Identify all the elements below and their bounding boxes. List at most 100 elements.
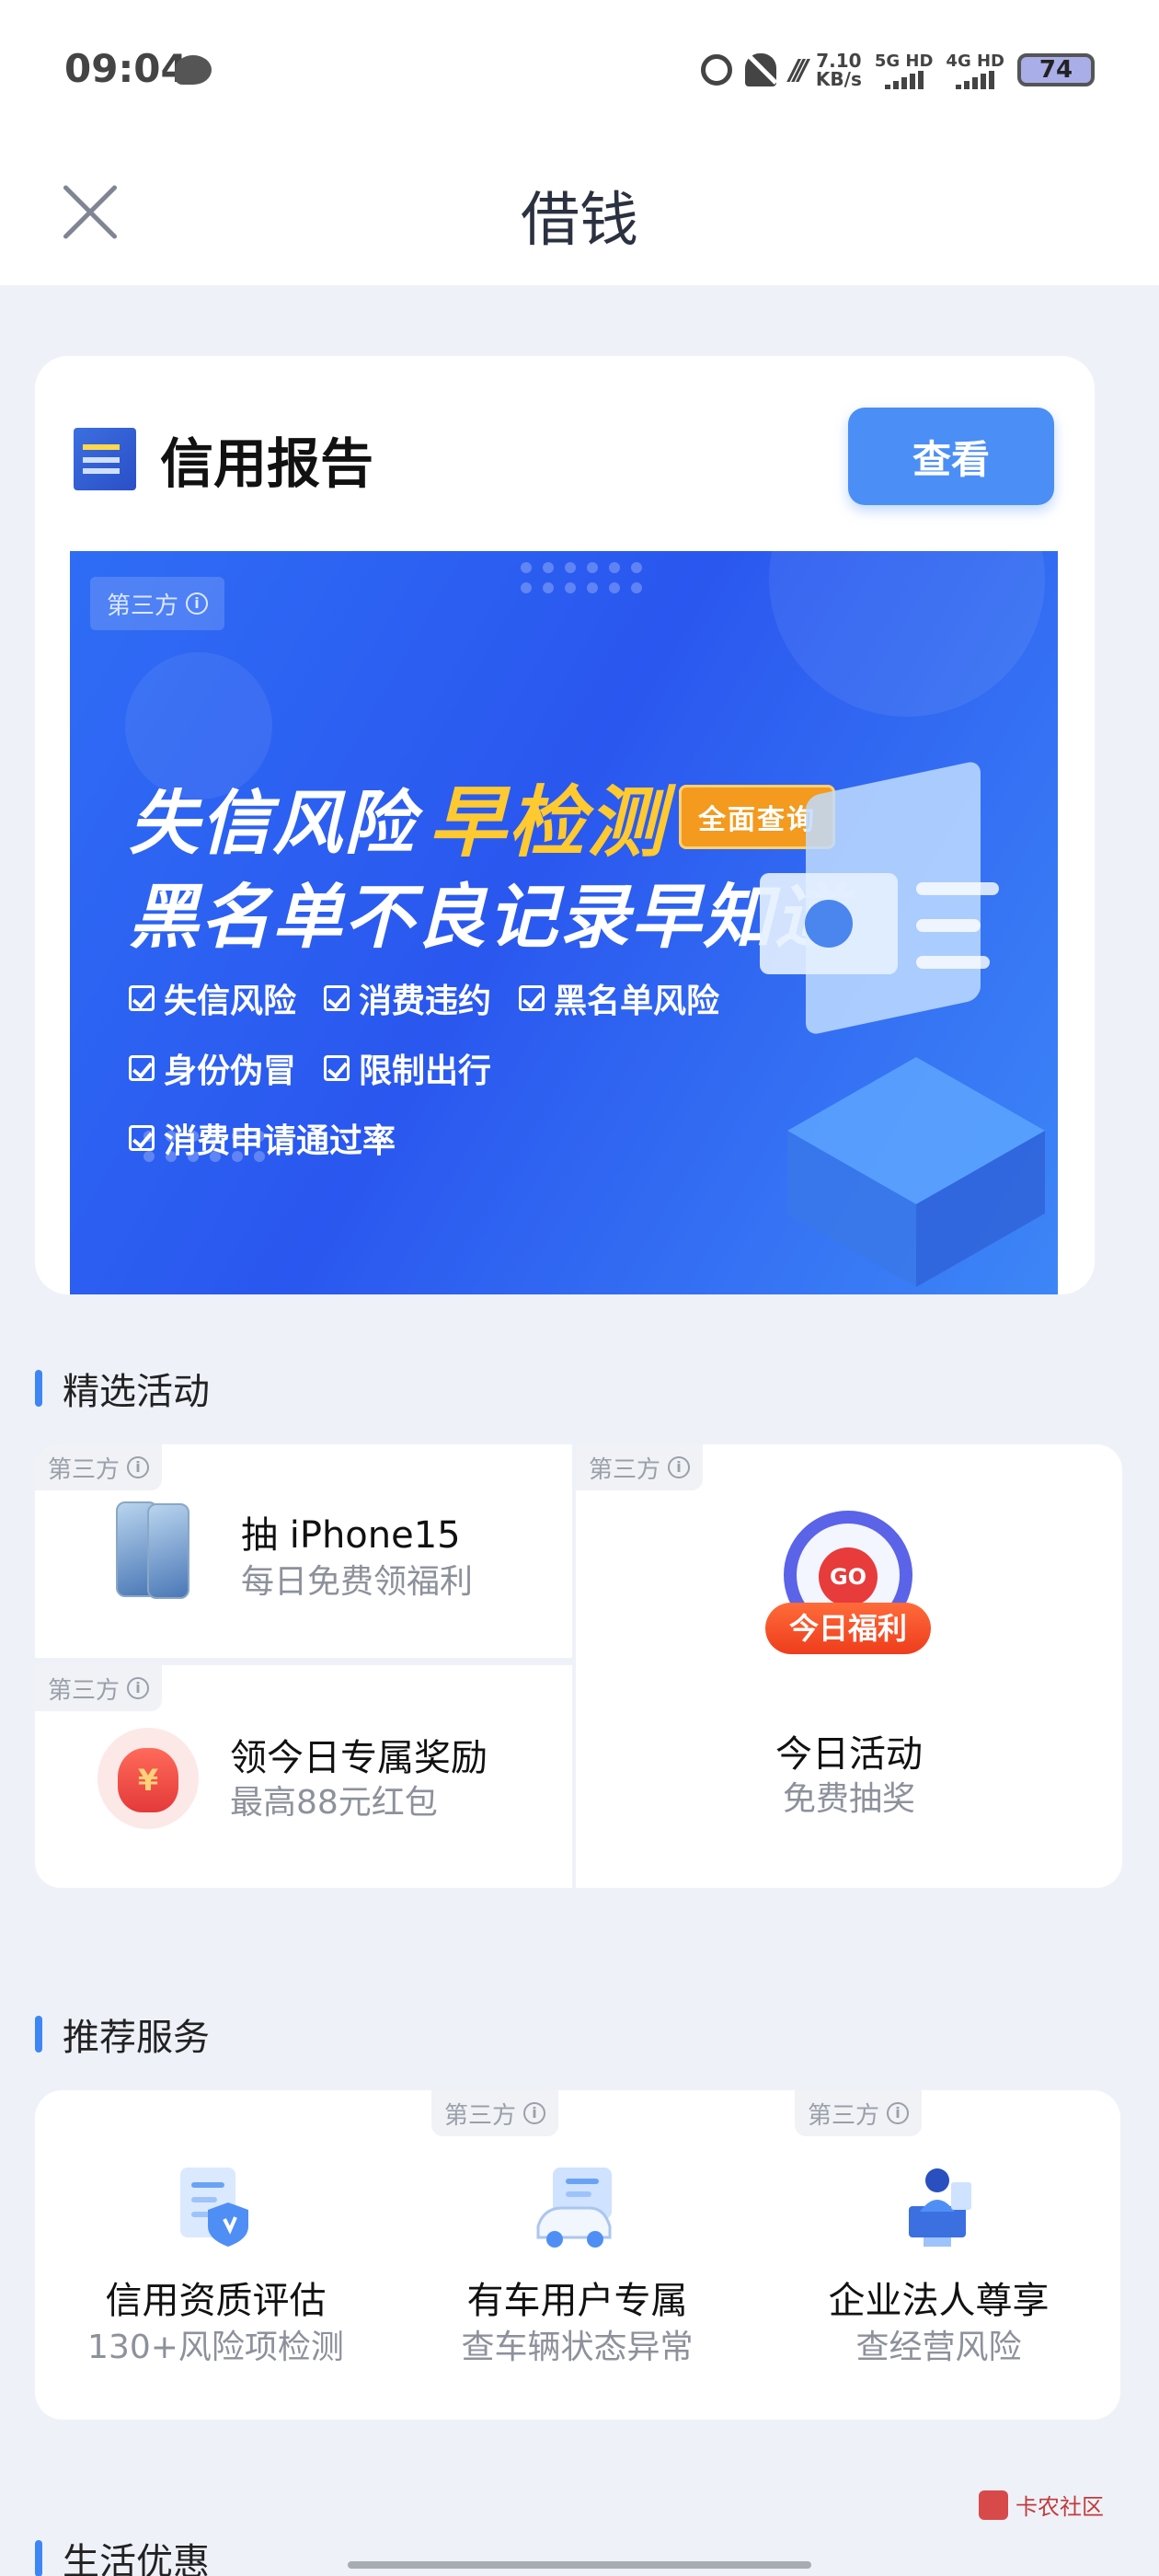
section-title-life: 生活优惠 (63, 2541, 210, 2576)
check-item: 身份伪冒 (129, 1044, 296, 1092)
red-envelope-icon: ¥ (98, 1728, 199, 1829)
page-title: 借钱 (521, 187, 638, 255)
third-party-tag[interactable]: 第三方 i (795, 2090, 923, 2136)
money-symbol: ¥ (137, 1763, 159, 1798)
credit-report-title: 信用报告 (160, 432, 374, 495)
signal-sim1: 5G HD (874, 51, 934, 89)
third-party-label: 第三方 (48, 1676, 120, 1705)
signal-bars-icon (884, 70, 924, 89)
activity-subtitle: 最高88元红包 (230, 1784, 438, 1822)
go-label: GO (819, 1547, 878, 1606)
net-speed-unit: KB/s (815, 68, 862, 90)
document-illustration-icon (760, 762, 1045, 1287)
checkbox-icon (324, 985, 350, 1011)
speed-icon: /// (789, 53, 809, 86)
check-item: 消费申请通过率 (129, 1114, 396, 1162)
decor-dots (521, 562, 644, 593)
sim1-label: 5G HD (874, 51, 934, 71)
headline-accent: 早检测 (429, 777, 667, 868)
checkbox-icon (519, 985, 545, 1011)
activity-iphone[interactable]: 第三方 i 抽 iPhone15 每日免费领福利 (35, 1444, 572, 1658)
third-party-label: 第三方 (107, 592, 179, 620)
activity-subtitle: 每日免费领福利 (241, 1563, 474, 1601)
activity-title: 抽 iPhone15 (241, 1514, 461, 1557)
third-party-tag[interactable]: 第三方 i (431, 2090, 559, 2136)
sim2-label: 4G HD (946, 51, 1004, 71)
activity-subtitle: 免费抽奖 (782, 1780, 915, 1818)
banner-headline: 失信风险 早检测 全面查询 (129, 761, 836, 872)
check-label: 限制出行 (359, 1052, 492, 1090)
section-accent-bar (35, 2540, 42, 2576)
credit-document-icon (180, 2168, 248, 2247)
iphone-image (116, 1501, 199, 1603)
alarm-icon (701, 54, 733, 86)
watermark-logo-icon (979, 2490, 1008, 2520)
service-credit-assessment[interactable]: 信用资质评估 130+风险项检测 (35, 2090, 396, 2420)
service-title: 企业法人尊享 (828, 2280, 1050, 2322)
third-party-label: 第三方 (48, 1455, 120, 1484)
status-bar: 09:04 /// 7.10 KB/s 5G HD 4G HD 74 (0, 0, 1159, 138)
status-icons: /// 7.10 KB/s 5G HD 4G HD 74 (701, 48, 1095, 92)
checkbox-icon (324, 1055, 350, 1081)
check-label: 黑名单风险 (554, 983, 720, 1020)
third-party-tag[interactable]: 第三方 i (35, 1444, 163, 1490)
checkbox-icon (129, 1125, 155, 1151)
check-item: 限制出行 (324, 1044, 491, 1092)
today-welfare-badge: 今日福利 (765, 1603, 931, 1654)
check-label: 失信风险 (164, 983, 297, 1020)
check-item: 消费违约 (324, 974, 491, 1022)
report-thumbnail-icon (74, 428, 136, 490)
home-indicator[interactable] (348, 2561, 811, 2569)
activity-reward[interactable]: 第三方 i ¥ 领今日专属奖励 最高88元红包 (35, 1665, 572, 1888)
section-accent-bar (35, 2016, 42, 2053)
status-time: 09:04 (64, 46, 188, 91)
service-car-owner[interactable]: 第三方 i 有车用户专属 查车辆状态异常 (396, 2090, 758, 2420)
info-icon: i (523, 2102, 546, 2124)
signal-sim2: 4G HD (946, 52, 1004, 89)
service-subtitle: 查车辆状态异常 (461, 2329, 694, 2366)
activity-today[interactable]: 第三方 i GO 今日福利 今日活动 免费抽奖 (576, 1444, 1122, 1888)
third-party-tag[interactable]: 第三方 i (576, 1444, 704, 1490)
watermark: 卡农社区 (979, 2489, 1104, 2521)
service-subtitle: 查经营风险 (855, 2329, 1022, 2366)
net-speed-value: 7.10 (816, 50, 862, 72)
business-person-icon (909, 2168, 971, 2247)
signal-bars-icon (956, 70, 995, 89)
activity-title: 今日活动 (775, 1733, 923, 1776)
credit-risk-banner[interactable]: 第三方 i 失信风险 早检测 全面查询 黑名单不良记录早知道 失信风险 消费违约… (70, 551, 1058, 1294)
car-icon (536, 2168, 612, 2248)
third-party-label: 第三方 (808, 2101, 880, 2130)
recommended-services: 信用资质评估 130+风险项检测 第三方 i 有车用户专属 查车辆状态异常 第三… (35, 2090, 1120, 2420)
section-services: 推荐服务 (35, 2007, 210, 2061)
info-icon: i (127, 1677, 150, 1699)
section-accent-bar (35, 1370, 42, 1407)
lucky-wheel-icon: GO 今日福利 (765, 1511, 931, 1658)
checkbox-icon (129, 1055, 155, 1081)
third-party-tag[interactable]: 第三方 i (90, 577, 225, 630)
info-icon: i (887, 2102, 910, 2124)
check-item: 失信风险 (129, 974, 296, 1022)
service-title: 有车用户专属 (466, 2280, 688, 2322)
third-party-label: 第三方 (444, 2101, 517, 2130)
watermark-text: 卡农社区 (1016, 2494, 1104, 2520)
headline-part1: 失信风险 (129, 781, 416, 864)
checkbox-icon (129, 985, 155, 1011)
mute-icon (745, 53, 777, 86)
featured-activities-grid: 第三方 i 抽 iPhone15 每日免费领福利 第三方 i ¥ 领今日专属奖励… (35, 1444, 1126, 1888)
battery-icon: 74 (1017, 53, 1095, 86)
credit-report-card: 信用报告 查看 第三方 i 失信风险 早检测 全面查询 黑名单不良记录早知道 失… (35, 356, 1095, 1294)
view-report-button[interactable]: 查看 (848, 408, 1054, 505)
service-subtitle: 130+风险项检测 (87, 2329, 344, 2366)
third-party-tag[interactable]: 第三方 i (35, 1665, 163, 1711)
check-item: 黑名单风险 (519, 974, 719, 1022)
service-title: 信用资质评估 (105, 2280, 327, 2322)
third-party-label: 第三方 (589, 1455, 661, 1484)
risk-check-list: 失信风险 消费违约 黑名单风险 身份伪冒 限制出行 消费申请通过率 (129, 974, 791, 1162)
chat-notification-icon (175, 55, 212, 85)
info-icon: i (668, 1456, 691, 1478)
section-title-featured: 精选活动 (63, 1371, 210, 1413)
check-label: 身份伪冒 (164, 1052, 297, 1090)
service-enterprise[interactable]: 第三方 i 企业法人尊享 查经营风险 (758, 2090, 1119, 2420)
check-label: 消费违约 (359, 983, 492, 1020)
info-icon: i (127, 1456, 150, 1478)
